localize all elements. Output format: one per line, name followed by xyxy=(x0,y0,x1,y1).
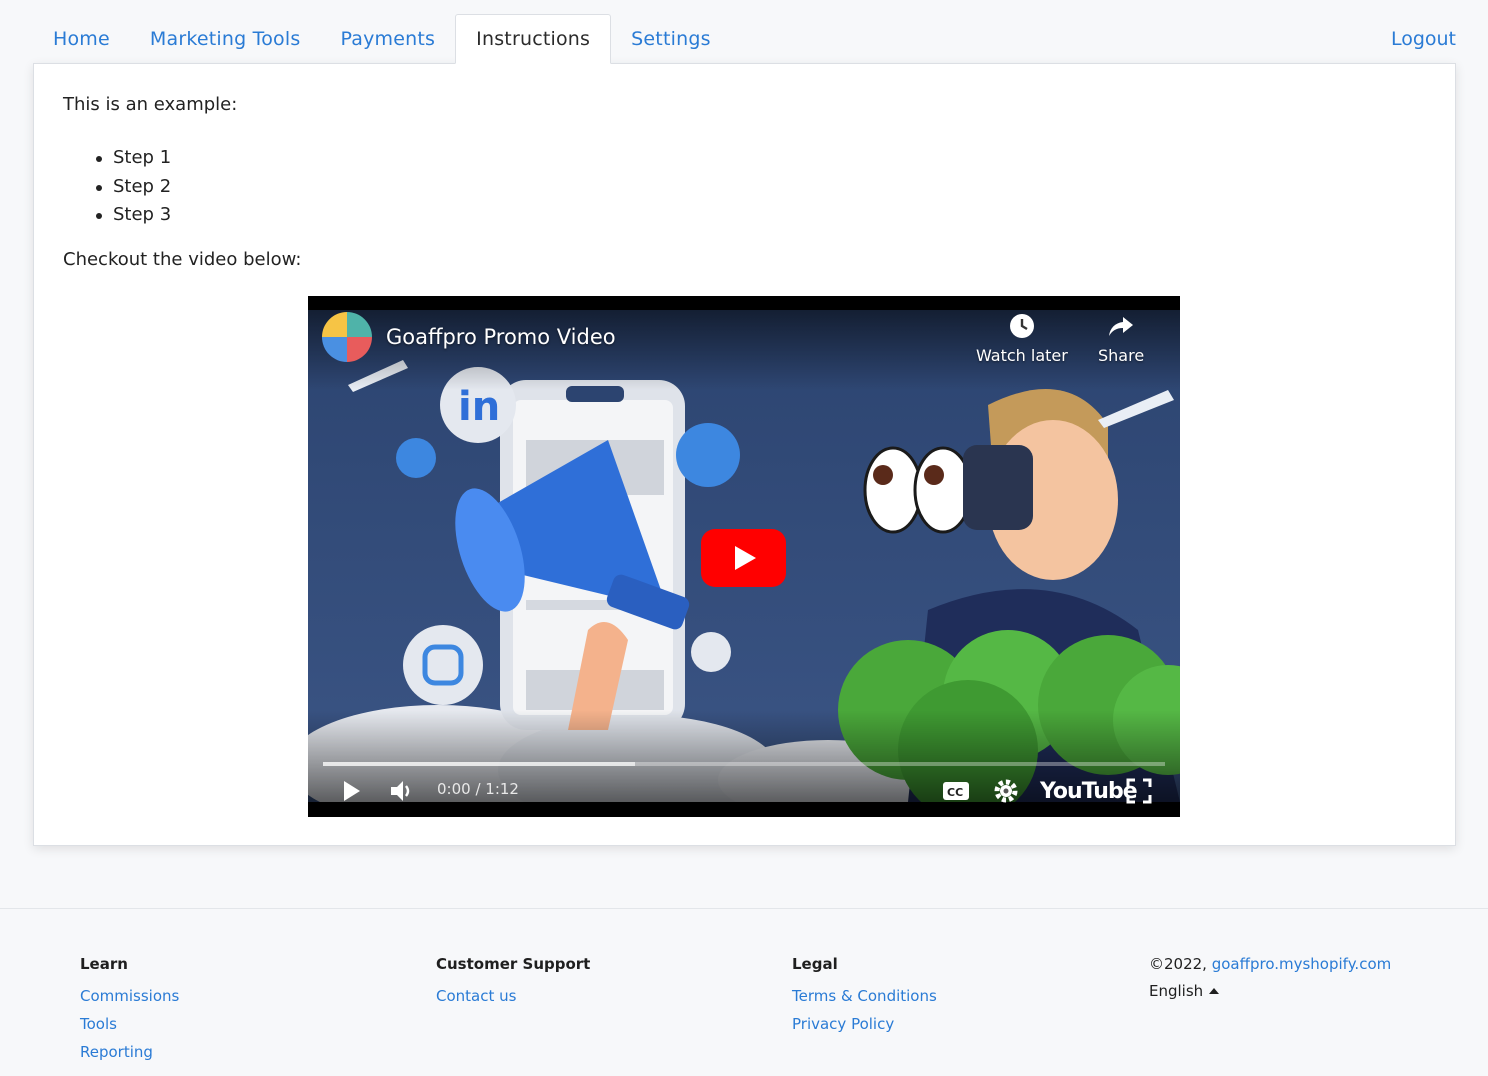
share-icon xyxy=(1109,317,1134,336)
puzzle-icon xyxy=(322,312,372,362)
footer-heading: Learn xyxy=(80,955,128,973)
contact-us-link[interactable]: Contact us xyxy=(436,982,590,1010)
tools-link[interactable]: Tools xyxy=(80,1010,179,1038)
privacy-policy-link[interactable]: Privacy Policy xyxy=(792,1010,937,1038)
progress-loaded xyxy=(323,762,635,766)
tab-marketing-tools[interactable]: Marketing Tools xyxy=(130,14,321,64)
volume-icon xyxy=(391,781,410,801)
list-item: Step 3 xyxy=(96,201,171,230)
logout-link[interactable]: Logout xyxy=(1391,14,1456,64)
play-button[interactable] xyxy=(338,778,364,804)
footer-learn: Learn Commissions Tools Reporting xyxy=(80,955,179,1066)
copyright: ©2022, goaffpro.myshopify.com xyxy=(1149,955,1391,973)
shop-domain-link[interactable]: goaffpro.myshopify.com xyxy=(1212,955,1392,973)
footer-heading: Customer Support xyxy=(436,955,591,973)
language-selector[interactable]: English xyxy=(1149,982,1391,1000)
gear-icon xyxy=(994,779,1018,803)
youtube-logo[interactable]: YouTube xyxy=(1040,778,1138,804)
footer-heading: Legal xyxy=(792,955,838,973)
caret-up-icon xyxy=(1209,988,1220,994)
progress-bar[interactable] xyxy=(323,762,1165,766)
tab-home[interactable]: Home xyxy=(33,14,130,64)
footer-legal: Legal Terms & Conditions Privacy Policy xyxy=(792,955,937,1038)
tab-label: Settings xyxy=(631,28,711,50)
tab-label: Marketing Tools xyxy=(149,28,301,50)
svg-text:in: in xyxy=(458,384,500,430)
play-icon[interactable] xyxy=(701,529,786,587)
terms-link[interactable]: Terms & Conditions xyxy=(792,982,937,1010)
video-player[interactable]: in Goaffpro Promo Video Watch later Shar… xyxy=(308,296,1180,817)
instructions-card: This is an example: Step 1 Step 2 Step 3… xyxy=(33,63,1456,846)
language-label: English xyxy=(1149,982,1204,1000)
captions-icon: CC xyxy=(943,782,969,800)
tab-payments[interactable]: Payments xyxy=(320,14,455,64)
nav-tabs: Home Marketing Tools Payments Instructio… xyxy=(33,14,1456,64)
watch-later-label: Watch later xyxy=(976,346,1068,365)
time-display: 0:00 / 1:12 xyxy=(437,780,519,798)
video-prompt: Checkout the video below: xyxy=(63,249,302,270)
settings-button[interactable] xyxy=(993,778,1019,804)
copyright-text: ©2022, xyxy=(1149,955,1207,973)
volume-button[interactable] xyxy=(388,778,414,804)
list-item: Step 2 xyxy=(96,173,171,202)
fullscreen-button[interactable] xyxy=(1126,778,1152,804)
video-header: Goaffpro Promo Video xyxy=(322,312,616,362)
fullscreen-icon xyxy=(1126,778,1152,804)
tab-label: Home xyxy=(53,28,110,50)
commissions-link[interactable]: Commissions xyxy=(80,982,179,1010)
reporting-link[interactable]: Reporting xyxy=(80,1038,179,1066)
share-button[interactable]: Share xyxy=(1098,312,1144,365)
footer-meta: ©2022, goaffpro.myshopify.com English xyxy=(1149,955,1391,1000)
footer-support: Customer Support Contact us xyxy=(436,955,590,1010)
intro-text: This is an example: xyxy=(63,94,238,115)
clock-icon xyxy=(1009,314,1034,338)
steps-list: Step 1 Step 2 Step 3 xyxy=(96,144,171,230)
list-item: Step 1 xyxy=(96,144,171,173)
watch-later-button[interactable]: Watch later xyxy=(976,312,1068,365)
tab-label: Instructions xyxy=(476,28,591,50)
svg-text:CC: CC xyxy=(947,786,963,799)
tab-label: Payments xyxy=(340,28,436,50)
play-small-icon xyxy=(344,781,360,801)
video-title[interactable]: Goaffpro Promo Video xyxy=(386,325,616,349)
tab-settings[interactable]: Settings xyxy=(611,14,731,64)
captions-button[interactable]: CC xyxy=(942,778,970,804)
share-label: Share xyxy=(1098,346,1145,365)
tab-instructions[interactable]: Instructions xyxy=(455,14,612,64)
footer: Learn Commissions Tools Reporting Custom… xyxy=(0,908,1488,1076)
channel-logo[interactable] xyxy=(322,312,372,362)
